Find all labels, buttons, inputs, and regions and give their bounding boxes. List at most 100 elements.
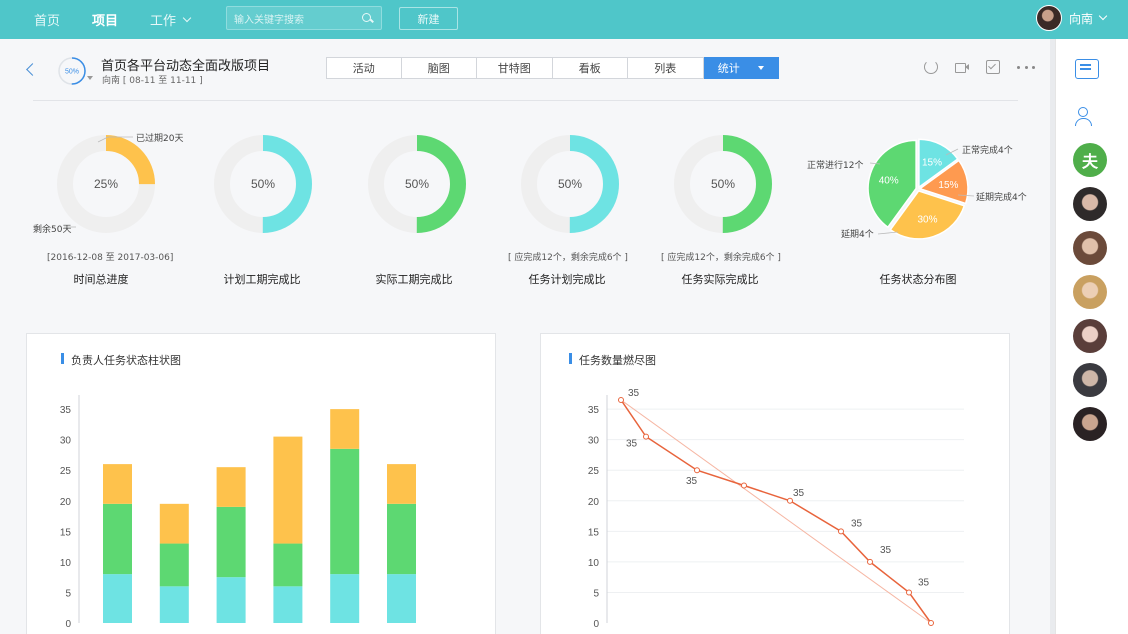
avatar[interactable] [1073, 407, 1107, 441]
nav-home[interactable]: 首页 [18, 0, 76, 39]
pie-callout-delayed: 延期4个 [841, 230, 874, 240]
refresh-icon[interactable] [924, 60, 938, 74]
search-box[interactable]: 输入关键字搜索 [226, 6, 382, 30]
chevron-down-icon [182, 13, 192, 22]
y-tick-label: 35 [588, 405, 600, 416]
y-tick-label: 35 [60, 405, 72, 416]
chevron-down-icon[interactable] [1098, 11, 1108, 21]
burndown-point [643, 433, 649, 440]
tab-label: 活动 [352, 62, 375, 75]
donut-label-task-actual: 任务实际完成比 [681, 273, 759, 286]
nav-work-label: 工作 [150, 14, 177, 29]
burndown-point [928, 620, 934, 626]
nav-work[interactable]: 工作 [134, 0, 206, 39]
bar-segment [216, 506, 246, 578]
bar-segment [387, 574, 416, 623]
burndown-point [694, 467, 700, 474]
bar-segment [159, 543, 189, 587]
avatar[interactable] [1073, 187, 1107, 221]
tab-list[interactable]: 列表 [628, 57, 704, 79]
pie-label-task-status: 任务状态分布图 [879, 273, 957, 286]
project-meta: 向南 [ 08-11 至 11-11 ] [102, 73, 203, 86]
y-tick-label: 30 [588, 436, 600, 447]
pie-callout-in-progress: 正常进行12个 [807, 161, 864, 171]
avatar[interactable] [1073, 275, 1107, 309]
y-tick-label: 15 [588, 527, 600, 538]
tab-kanban[interactable]: 看板 [552, 57, 628, 79]
bar-segment [103, 464, 132, 504]
y-tick-label: 15 [60, 527, 72, 538]
search-input[interactable]: 输入关键字搜索 [227, 11, 362, 26]
bar-segment [273, 543, 303, 587]
pie-slice-label-1: 15% [922, 158, 942, 169]
tab-label: 甘特图 [497, 62, 531, 75]
donut-charts: 25% 50% 50% 50% 50% 15% 15% 30% 40% [57, 135, 975, 240]
bar-segment [273, 436, 303, 544]
tab-mindmap[interactable]: 脑图 [401, 57, 477, 79]
tab-gantt[interactable]: 甘特图 [477, 57, 553, 79]
pie-slice-label-2: 15% [938, 180, 958, 191]
y-tick-label: 20 [588, 497, 600, 508]
y-tick-label: 0 [65, 619, 71, 630]
user-name[interactable]: 向南 [1069, 10, 1093, 27]
user-menu[interactable]: 向南 [1035, 5, 1108, 31]
bar-segment [330, 448, 360, 575]
search-icon[interactable] [362, 12, 373, 24]
avatar[interactable] [1035, 5, 1062, 31]
point-label: 35 [626, 439, 638, 450]
project-progress-ring: 50% [58, 57, 86, 85]
burndown-point [838, 528, 844, 535]
tab-label: 看板 [578, 62, 601, 75]
point-label: 35 [686, 476, 698, 487]
more-icon[interactable] [1017, 60, 1035, 74]
tab-statistics[interactable]: 统计 [703, 57, 779, 79]
donut-note-5: [ 应完成12个，剩余完成6个 ] [661, 253, 781, 263]
bar-segment [216, 577, 246, 623]
tab-label: 统计 [717, 62, 740, 75]
caret-down-icon[interactable] [757, 66, 764, 70]
bar-segment [330, 574, 360, 623]
divider [33, 100, 1018, 101]
pie-callout-delayed-done: 延期完成4个 [976, 193, 1027, 203]
avatar[interactable]: 夫 [1073, 143, 1107, 177]
right-sidebar: 夫 [1055, 39, 1128, 634]
project-title: 首页各平台动态全面改版项目 [101, 59, 271, 74]
point-label: 35 [880, 545, 892, 556]
nav-projects[interactable]: 项目 [76, 0, 134, 39]
donut-note-1: [2016-12-08 至 2017-03-06] [47, 253, 174, 263]
donut-note-4: [ 应完成12个，剩余完成6个 ] [508, 253, 628, 263]
point-label: 35 [793, 488, 805, 499]
avatar[interactable] [1073, 319, 1107, 353]
avatar[interactable] [1073, 363, 1107, 397]
y-tick-label: 5 [65, 588, 71, 599]
video-icon[interactable] [955, 60, 969, 74]
toolbar [924, 60, 1052, 74]
donut-center-5: 50% [711, 177, 735, 191]
avatar[interactable] [1073, 231, 1107, 265]
donut-label-actual-duration: 实际工期完成比 [375, 273, 453, 286]
donut-callout-overdue: 已过期20天 [136, 134, 184, 144]
caret-down-icon[interactable] [87, 76, 93, 80]
project-owner: 向南 [102, 76, 121, 86]
bar-segment [273, 586, 303, 623]
checkbox-icon[interactable] [986, 60, 1000, 74]
project-date-range: [ 08-11 至 11-11 ] [122, 76, 203, 86]
bar-segment [159, 586, 189, 623]
burndown-point [741, 482, 747, 489]
bar-segment [216, 467, 246, 507]
pie-slice-label-4: 40% [879, 175, 899, 186]
burndown-point [906, 589, 912, 596]
ideal-line [620, 399, 932, 624]
burndown-chart: 0 5 10 15 20 25 30 35 35 35 35 35 35 35 35 [588, 388, 964, 630]
project-progress-text: 50% [65, 69, 79, 76]
bar-segment [387, 464, 416, 504]
y-tick-label: 20 [60, 497, 72, 508]
new-button[interactable]: 新建 [399, 7, 458, 30]
y-tick-label: 0 [593, 619, 599, 630]
point-label: 35 [918, 577, 930, 588]
bar-segment [103, 574, 132, 623]
top-nav: 首页 项目 工作 输入关键字搜索 新建 向南 [0, 0, 1128, 39]
chat-icon[interactable] [1075, 59, 1099, 79]
users-icon[interactable] [1075, 107, 1099, 127]
tab-activity[interactable]: 活动 [326, 57, 402, 79]
